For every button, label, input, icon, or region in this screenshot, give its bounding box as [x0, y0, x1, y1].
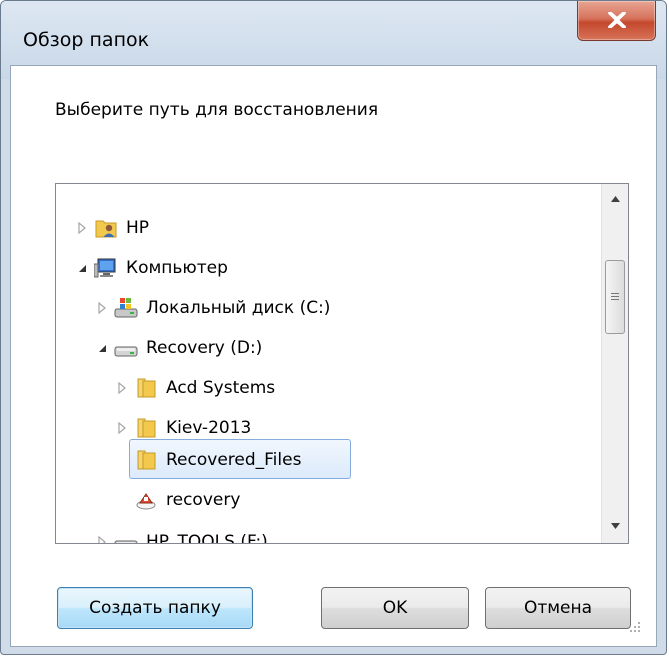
collapse-arrow-icon[interactable]	[76, 262, 88, 274]
expand-arrow-icon[interactable]	[116, 422, 128, 434]
arrow-down-icon	[611, 523, 620, 529]
tree-item-label: Компьютер	[126, 258, 228, 278]
tree-item-drive-d[interactable]: Recovery (D:)	[96, 328, 262, 368]
recovery-icon	[134, 488, 158, 512]
tree-item-label: Acd Systems	[166, 378, 276, 398]
scroll-thumb[interactable]	[605, 260, 625, 334]
collapse-arrow-icon[interactable]	[96, 342, 108, 354]
tree-item-recovered-files[interactable]: Recovered_Files	[116, 440, 301, 480]
expand-arrow-icon[interactable]	[96, 536, 108, 543]
tree-item-hp[interactable]: HP	[76, 208, 149, 248]
no-expander	[116, 454, 128, 466]
folder-tree[interactable]: HP Компьютер Локальный диск (C:) Recover…	[55, 183, 629, 544]
ok-button[interactable]: OK	[321, 587, 469, 629]
tree-item-label: Recovery (D:)	[146, 338, 263, 358]
expand-arrow-icon[interactable]	[96, 302, 108, 314]
tree-item-label: Recovered_Files	[166, 450, 302, 470]
grip-line	[611, 299, 619, 300]
scroll-down-button[interactable]	[602, 515, 628, 539]
arrow-up-icon	[611, 196, 620, 202]
new-folder-button[interactable]: Создать папку	[57, 587, 253, 629]
folder-icon	[134, 416, 158, 440]
computer-icon	[94, 256, 118, 280]
tree-item-label: HP	[126, 218, 150, 238]
close-x-icon	[608, 12, 626, 28]
grip-line	[611, 293, 619, 294]
scroll-up-button[interactable]	[602, 188, 628, 212]
drive-icon	[114, 530, 138, 543]
tree-item-computer[interactable]: Компьютер	[76, 248, 228, 288]
resize-grip-icon[interactable]	[628, 620, 642, 634]
no-expander	[116, 494, 128, 506]
prompt-text: Выберите путь для восстановления	[55, 100, 379, 120]
expand-arrow-icon[interactable]	[76, 222, 88, 234]
tree-item-label: Локальный диск (C:)	[146, 298, 331, 318]
tree-item-drive-c[interactable]: Локальный диск (C:)	[96, 288, 330, 328]
tree-item-label: Kiev-2013	[166, 418, 252, 438]
window-title: Обзор папок	[23, 29, 150, 51]
tree-item-label: HP_TOOLS (F:)	[146, 532, 268, 544]
tree-item-drive-f[interactable]: HP_TOOLS (F:)	[96, 522, 268, 544]
dialog-body: Выберите путь для восстановления HP Комп…	[10, 65, 657, 647]
tree-item-label: recovery	[166, 490, 241, 510]
folder-icon	[134, 376, 158, 400]
tree-item-acd-systems[interactable]: Acd Systems	[116, 368, 275, 408]
cancel-button[interactable]: Отмена	[485, 587, 631, 629]
folder-icon	[134, 448, 158, 472]
windows-drive-icon	[114, 296, 138, 320]
grip-line	[611, 296, 619, 297]
user-folder-icon	[94, 216, 118, 240]
browse-folder-dialog: Обзор папок Выберите путь для восстановл…	[0, 0, 667, 655]
tree-item-recovery[interactable]: recovery	[116, 480, 240, 520]
drive-icon	[114, 336, 138, 360]
close-button[interactable]	[577, 1, 656, 41]
vertical-scrollbar[interactable]	[601, 184, 628, 543]
expand-arrow-icon[interactable]	[116, 382, 128, 394]
